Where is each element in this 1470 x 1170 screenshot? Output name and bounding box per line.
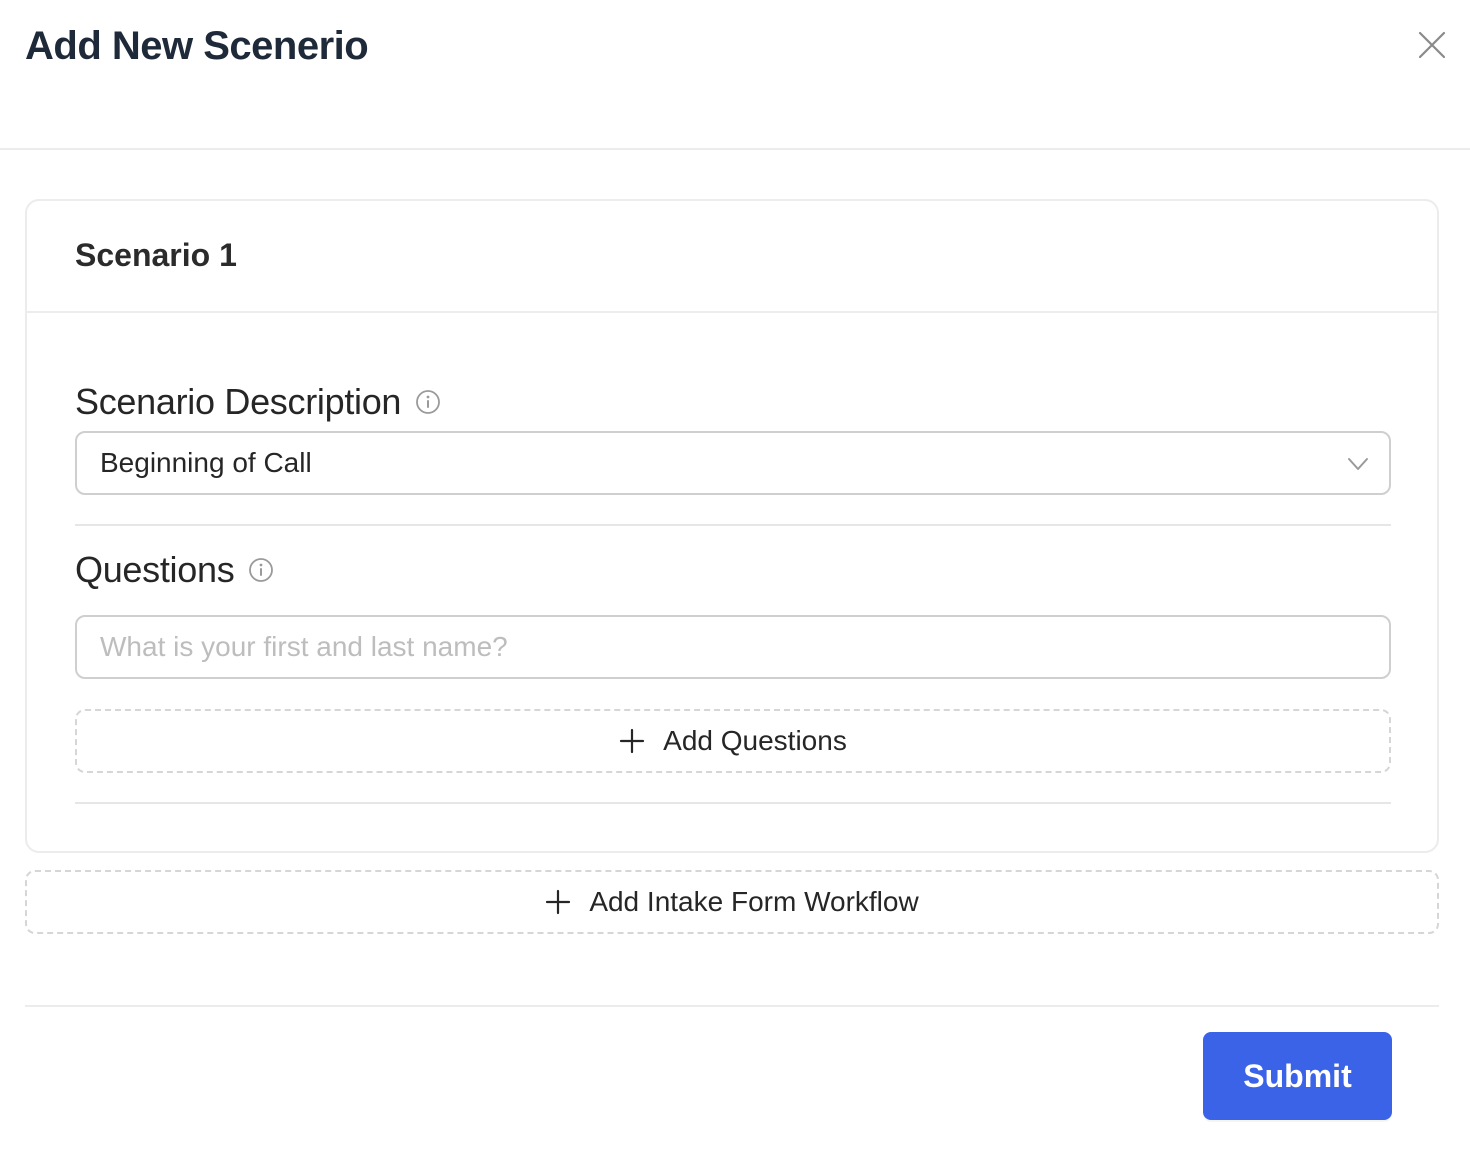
section-divider xyxy=(75,524,1391,526)
add-questions-label: Add Questions xyxy=(663,725,847,756)
close-button[interactable] xyxy=(1412,25,1452,65)
plus-icon xyxy=(545,889,571,915)
scenario-description-label: Scenario Description xyxy=(75,381,441,423)
info-icon[interactable] xyxy=(248,557,274,583)
scenario-description-label-text: Scenario Description xyxy=(75,381,402,422)
scenario-title: Scenario 1 xyxy=(75,237,237,273)
add-intake-form-workflow-button[interactable]: Add Intake Form Workflow xyxy=(25,870,1439,934)
modal-header: Add New Scenerio xyxy=(0,0,1470,150)
submit-button[interactable]: Submit xyxy=(1203,1032,1392,1120)
info-icon[interactable] xyxy=(415,389,441,415)
select-value: Beginning of Call xyxy=(100,447,312,478)
add-intake-form-workflow-label: Add Intake Form Workflow xyxy=(589,886,919,917)
scenario-description-select[interactable]: Beginning of Call xyxy=(75,431,1391,495)
questions-label: Questions xyxy=(75,549,274,591)
scenario-card: Scenario 1 Scenario Description Beginnin… xyxy=(25,199,1439,853)
footer-divider xyxy=(25,1005,1439,1007)
add-scenario-modal: Add New Scenerio Scenario 1 Scenario Des… xyxy=(0,0,1470,1170)
scenario-card-header: Scenario 1 xyxy=(27,201,1437,313)
close-icon xyxy=(1418,31,1446,59)
section-divider xyxy=(75,802,1391,804)
question-input[interactable] xyxy=(75,615,1391,679)
plus-icon xyxy=(619,728,645,754)
chevron-down-icon xyxy=(1348,458,1368,470)
modal-title: Add New Scenerio xyxy=(25,24,369,68)
add-questions-button[interactable]: Add Questions xyxy=(75,709,1391,773)
questions-label-text: Questions xyxy=(75,549,235,590)
